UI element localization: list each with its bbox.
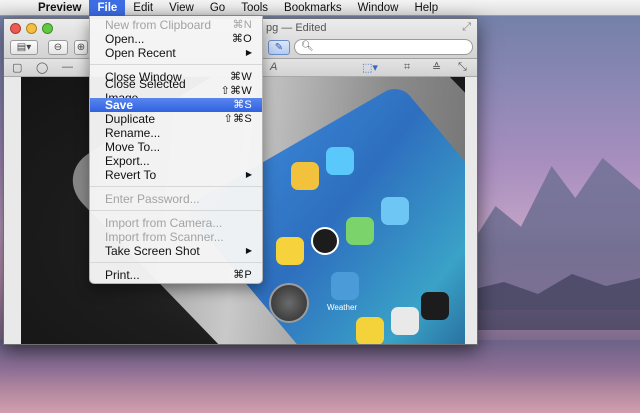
menu-item-save[interactable]: Save ⌘S: [90, 98, 262, 112]
menu-edit[interactable]: Edit: [125, 0, 161, 16]
submenu-arrow-icon: ▶: [245, 48, 252, 57]
menu-item-import-from-camera[interactable]: Import from Camera...: [90, 216, 262, 230]
text-tool-icon[interactable]: A: [270, 61, 277, 73]
menu-item-import-from-scanner[interactable]: Import from Scanner...: [90, 230, 262, 244]
menu-tools[interactable]: Tools: [233, 0, 276, 16]
sidebar-view-button[interactable]: ▤▾: [10, 40, 38, 55]
menu-bar: Preview File Edit View Go Tools Bookmark…: [0, 0, 640, 16]
menu-help[interactable]: Help: [406, 0, 446, 16]
ellipse-selection-icon[interactable]: ◯: [36, 61, 48, 74]
menu-file[interactable]: File: [89, 0, 126, 16]
weather-app-label: Weather: [327, 303, 358, 312]
menu-item-take-screen-shot[interactable]: Take Screen Shot ▶: [90, 244, 262, 258]
notes-app-icon: [356, 317, 384, 344]
markup-toolbar-button[interactable]: ✎: [268, 40, 290, 55]
app-icon: [346, 217, 374, 245]
search-icon: 🔍︎: [301, 41, 314, 52]
menu-item-export[interactable]: Export...: [90, 154, 262, 168]
app-icon: [391, 307, 419, 335]
menu-view[interactable]: View: [161, 0, 202, 16]
resize-icon[interactable]: ⤡: [458, 61, 467, 74]
menu-item-print[interactable]: Print... ⌘P: [90, 268, 262, 282]
zoom-window-button[interactable]: [42, 23, 53, 34]
menu-separator: [90, 186, 262, 187]
menu-item-open[interactable]: Open... ⌘O: [90, 32, 262, 46]
selection-tool-icon[interactable]: ⬚▾: [362, 61, 378, 74]
fullscreen-icon[interactable]: ⤢: [462, 21, 471, 34]
minimize-window-button[interactable]: [26, 23, 37, 34]
clock-app-icon: [311, 227, 339, 255]
menu-item-new-from-clipboard[interactable]: New from Clipboard ⌘N: [90, 18, 262, 32]
menu-separator: [90, 262, 262, 263]
menu-item-move-to[interactable]: Move To...: [90, 140, 262, 154]
menu-separator: [90, 64, 262, 65]
menu-go[interactable]: Go: [202, 0, 233, 16]
app-icon: [291, 162, 319, 190]
zoom-out-button[interactable]: ⊖: [48, 40, 68, 55]
weather-app-icon: [331, 272, 359, 300]
submenu-arrow-icon: ▶: [245, 246, 252, 255]
menu-item-close-selected-image[interactable]: Close Selected Image ⇧⌘W: [90, 77, 262, 105]
window-title: pg — Edited: [266, 22, 327, 34]
crop-icon[interactable]: ⌗: [404, 61, 410, 74]
menu-item-revert-to[interactable]: Revert To ▶: [90, 168, 262, 182]
app-icon: [421, 292, 449, 320]
menu-bookmarks[interactable]: Bookmarks: [276, 0, 350, 16]
menu-item-open-recent[interactable]: Open Recent ▶: [90, 46, 262, 60]
menu-separator: [90, 210, 262, 211]
menu-window[interactable]: Window: [350, 0, 407, 16]
line-tool-icon[interactable]: —: [62, 61, 73, 73]
search-input[interactable]: 🔍︎: [294, 39, 473, 55]
menu-preview[interactable]: Preview: [30, 0, 89, 16]
menu-item-rename[interactable]: Rename...: [90, 126, 262, 140]
desktop-lake: [0, 340, 640, 413]
submenu-arrow-icon: ▶: [245, 170, 252, 179]
adjust-color-icon[interactable]: ≙: [432, 61, 441, 74]
close-window-button[interactable]: [10, 23, 21, 34]
app-icon: [381, 197, 409, 225]
menu-item-duplicate[interactable]: Duplicate ⇧⌘S: [90, 112, 262, 126]
rectangle-selection-icon[interactable]: ▢: [12, 61, 22, 74]
file-menu: New from Clipboard ⌘N Open... ⌘O Open Re…: [89, 16, 263, 284]
app-icon: [276, 237, 304, 265]
menu-item-enter-password[interactable]: Enter Password...: [90, 192, 262, 206]
phone-home-button: [269, 283, 309, 323]
zoom-in-button[interactable]: ⊕: [74, 40, 88, 55]
app-icon: [326, 147, 354, 175]
